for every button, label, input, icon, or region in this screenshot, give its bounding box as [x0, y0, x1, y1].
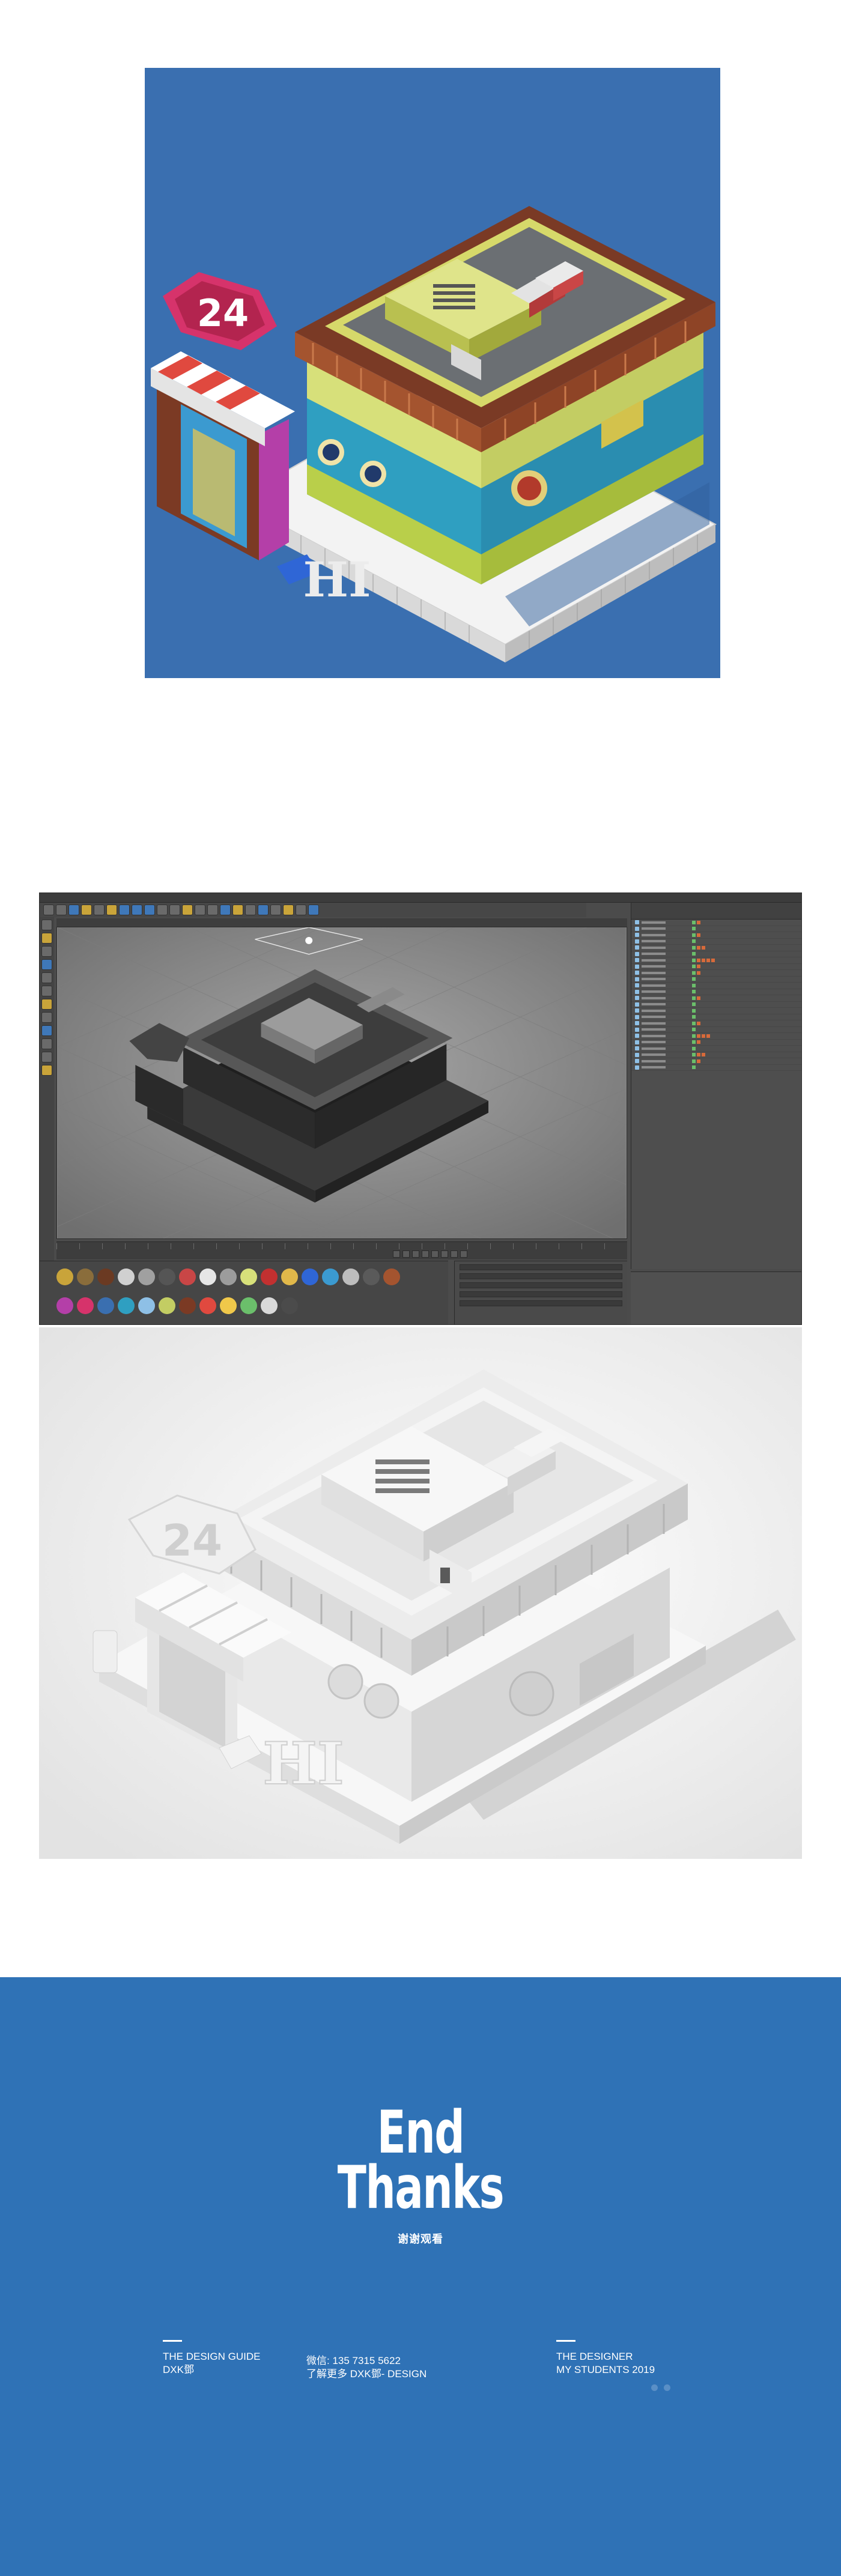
clay-door-letters-hi: HI [263, 1730, 344, 1798]
animation-timeline [56, 1241, 627, 1259]
dot-icon [651, 2384, 658, 2391]
decorative-dots [651, 2384, 670, 2391]
viewport-menu [56, 918, 627, 927]
clay-shop-illustration: 24 HI [39, 1327, 802, 1859]
end-thanks-title: End Thanks [0, 2103, 841, 2217]
editor-left-toolbar [40, 917, 54, 1290]
door-letters-hi: HI [303, 551, 371, 608]
clay-sign-24: 24 [162, 1515, 222, 1566]
footer-more-info: 了解更多 DXK鄧- DESIGN [306, 2368, 427, 2380]
footer-col1-line2: DXK鄧 [163, 2364, 194, 2375]
editor-menubar [40, 893, 801, 903]
attributes-panel [631, 1271, 801, 1324]
viewport-scene [57, 927, 627, 1238]
thanks-subtitle: 谢谢观看 [398, 2233, 443, 2246]
portfolio-page: 24 HI 24 HI End Thanks 谢谢观看 THE DESIGN G… [0, 0, 841, 2576]
footer-column-design-guide: THE DESIGN GUIDE DXK鄧 [163, 2340, 260, 2377]
dot-icon [664, 2384, 670, 2391]
coordinates-panel [454, 1261, 627, 1324]
footer-wechat: 微信: 135 7315 5622 [306, 2355, 401, 2366]
colored-shop-render: 24 HI [145, 68, 720, 678]
footer-column-designer: THE DESIGNER MY STUDENTS 2019 [556, 2340, 655, 2377]
object-manager-panel [631, 903, 801, 1269]
clay-shop-render: 24 HI [39, 1327, 802, 1859]
footer-column-contact: 微信: 135 7315 5622 了解更多 DXK鄧- DESIGN [306, 2354, 427, 2381]
footer-col1-line1: THE DESIGN GUIDE [163, 2351, 261, 2362]
footer-col3-line2: MY STUDENTS 2019 [556, 2364, 655, 2375]
material-manager [40, 1261, 448, 1324]
footer-divider [163, 2340, 182, 2342]
end-title-line2: Thanks [337, 2154, 505, 2222]
editor-toolbar [40, 903, 586, 917]
shop-sign-24: 24 [197, 291, 249, 335]
3d-viewport [56, 927, 627, 1239]
colored-shop-illustration: 24 HI [151, 206, 717, 662]
footer-col3-line1: THE DESIGNER [556, 2351, 633, 2362]
footer-divider [556, 2340, 575, 2342]
footer-section: End Thanks 谢谢观看 THE DESIGN GUIDE DXK鄧 微信… [0, 1977, 841, 2576]
c4d-editor-screenshot [39, 893, 802, 1325]
